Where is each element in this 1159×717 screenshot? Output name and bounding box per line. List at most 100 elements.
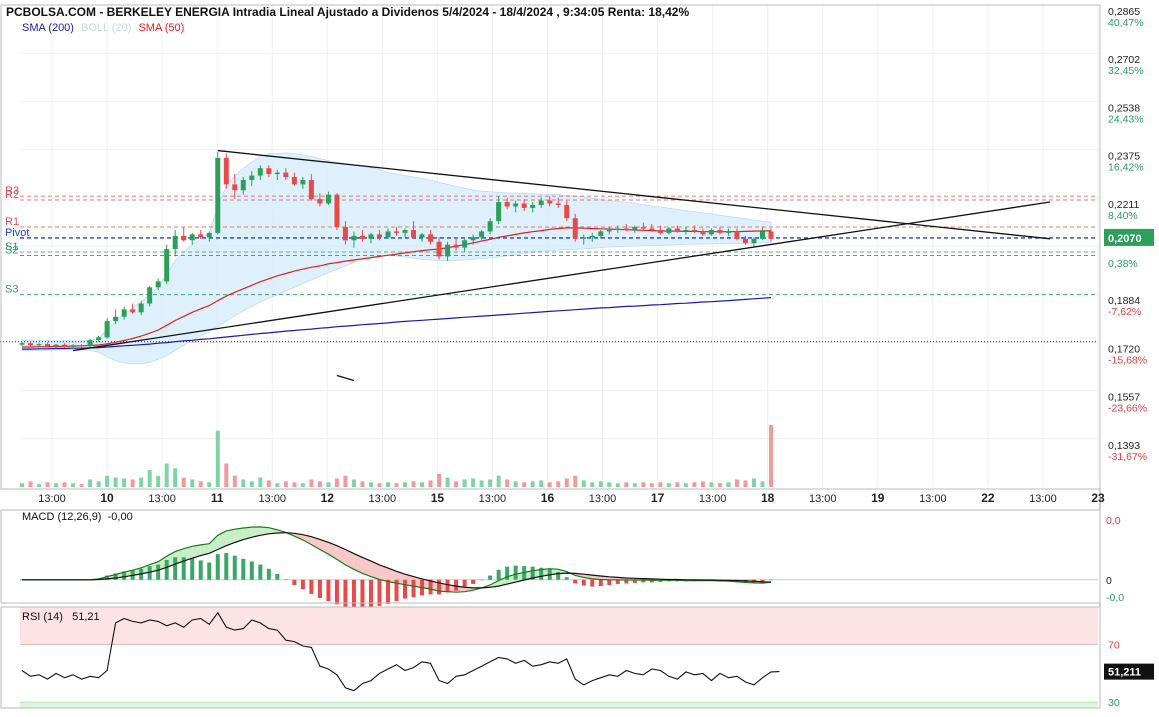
candle-body [657, 229, 663, 233]
macd-histogram-bar [198, 560, 203, 580]
candle-body [172, 235, 178, 250]
macd-histogram-bar [769, 579, 773, 581]
volume-bar [292, 482, 297, 487]
volume-bar [700, 481, 705, 487]
macd-histogram-bar [360, 579, 365, 609]
volume-bar [62, 482, 67, 487]
candle-body [232, 184, 238, 191]
macd-histogram-bar [317, 579, 322, 599]
macd-histogram-bar [326, 579, 331, 602]
candle-body [589, 235, 595, 238]
volume-bar [411, 481, 416, 487]
candle-body [555, 203, 561, 205]
macd-histogram-bar [445, 579, 450, 593]
candle-body [606, 229, 612, 232]
legend-sma200[interactable]: SMA (200) [22, 22, 74, 34]
x-tick-label: 19 [871, 491, 885, 505]
x-tick-label: 13:00 [809, 493, 837, 505]
candle-body [206, 232, 212, 238]
x-tick-label: 13:00 [369, 493, 397, 505]
volume-bar [343, 475, 348, 487]
candle-body [79, 345, 85, 347]
candle-body [453, 244, 459, 248]
x-tick-label: 13:00 [38, 493, 66, 505]
volume-bar [79, 484, 84, 487]
macd-histogram-bar [385, 579, 390, 604]
volume-bar [683, 483, 688, 487]
macd-tick-label: -0,0 [1106, 592, 1124, 604]
candle-body [70, 345, 76, 347]
rsi-tick-label: 30 [1108, 697, 1120, 709]
volume-bar [71, 483, 76, 487]
candle-body [394, 231, 399, 233]
candle-body [572, 218, 578, 239]
candle-body [470, 237, 476, 241]
volume-bar [130, 479, 135, 487]
macd-histogram-bar [190, 558, 195, 580]
candle-body [538, 200, 544, 205]
candle-body [615, 228, 621, 230]
candle-body [445, 244, 451, 257]
volume-bar [45, 482, 50, 487]
macd-histogram-bar [156, 564, 161, 580]
x-tick-label: 17 [651, 491, 665, 505]
macd-histogram-bar [403, 579, 408, 599]
volume-bar [215, 430, 220, 487]
rsi-oversold-zone [20, 702, 1098, 708]
macd-label: MACD (12,26,9) [22, 511, 102, 523]
volume-bar [96, 481, 101, 487]
candle-body [504, 202, 510, 207]
candle-body [257, 168, 263, 176]
volume-bar [164, 463, 169, 487]
candle-body [121, 309, 127, 317]
volume-bar [420, 482, 425, 487]
candle-body [402, 229, 408, 233]
candle-body [479, 231, 485, 238]
volume-bar [573, 475, 578, 487]
candle-body [53, 344, 59, 347]
chart-title: PCBOLSA.COM - BERKELEY ENERGIA Intradia … [6, 5, 690, 19]
candle-body [768, 231, 774, 239]
macd-histogram-bar [471, 579, 476, 584]
candle-body [700, 231, 706, 235]
rsi-tick-label: 70 [1108, 640, 1120, 652]
pivot-label-s2: S2 [5, 245, 18, 257]
volume-bar [147, 470, 152, 487]
candle-body [717, 229, 723, 233]
candle-body [342, 227, 348, 241]
volume-bar [360, 481, 365, 487]
legend-boll[interactable]: BOLL (20) [81, 22, 131, 34]
macd-histogram-bar [462, 579, 467, 588]
volume-bar [726, 482, 731, 487]
macd-histogram-bar [573, 579, 578, 584]
volume-bar [590, 482, 595, 487]
legend-sma50[interactable]: SMA (50) [138, 22, 184, 34]
candle-body [198, 234, 204, 238]
candle-body [547, 200, 553, 204]
candle-body [291, 177, 297, 185]
volume-bar [624, 482, 629, 487]
candle-body [138, 303, 144, 313]
volume-bar [300, 483, 305, 487]
macd-histogram-bar [164, 559, 169, 580]
macd-histogram-bar [232, 555, 237, 580]
macd-histogram-bar [258, 564, 263, 580]
candle-body [632, 227, 638, 230]
candle-body [368, 234, 374, 239]
volume-bar [266, 480, 271, 487]
volume-bar [530, 481, 535, 487]
candle-body [249, 175, 255, 180]
candle-body [266, 168, 272, 175]
volume-bar [462, 479, 467, 487]
macd-histogram-bar [351, 579, 356, 608]
volume-bar [734, 479, 739, 487]
volume-bar [283, 481, 288, 487]
volume-bar [334, 478, 339, 487]
candle-body [462, 240, 468, 248]
macd-histogram-bar [275, 573, 280, 580]
candle-body [223, 157, 229, 185]
candle-body [419, 234, 425, 238]
macd-histogram-bar [292, 579, 297, 585]
pct-tick-label: -7,62% [1108, 306, 1141, 318]
volume-bar [564, 478, 569, 487]
